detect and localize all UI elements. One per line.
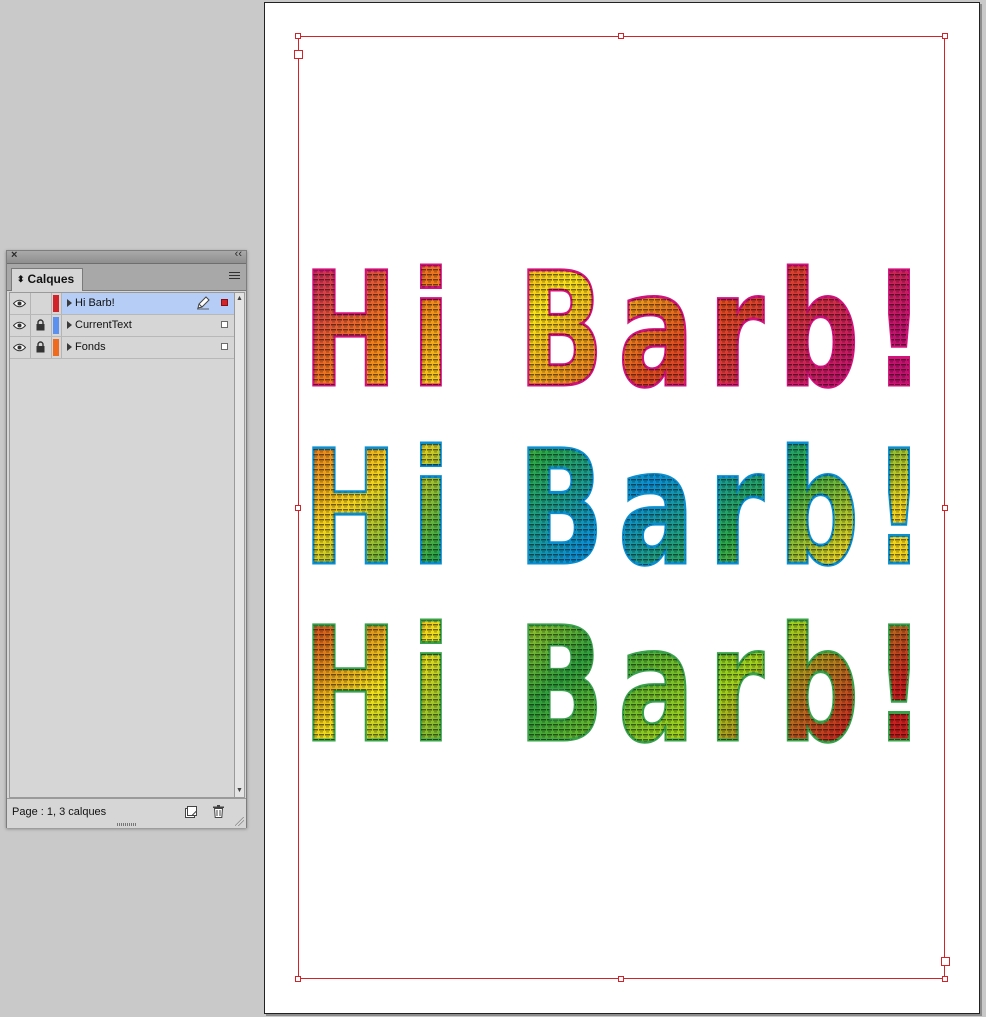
frame-handle[interactable] bbox=[618, 976, 624, 982]
layer-row[interactable]: Hi Barb! bbox=[10, 293, 234, 315]
frame-handle[interactable] bbox=[295, 505, 301, 511]
eye-icon bbox=[13, 321, 26, 330]
frame-handle[interactable] bbox=[942, 33, 948, 39]
visibility-toggle[interactable] bbox=[10, 337, 31, 358]
layer-name: Hi Barb! bbox=[75, 297, 115, 309]
panel-titlebar: × ‹‹ bbox=[7, 248, 246, 264]
lock-toggle[interactable] bbox=[30, 315, 52, 336]
layer-target-square[interactable] bbox=[221, 299, 228, 306]
panel-tabbar: ⬍ Calques bbox=[7, 264, 246, 291]
document-page: Hi Barb! Hi Barb! Hi Barb! Hi Barb! Hi B… bbox=[264, 2, 980, 1014]
frame-handle[interactable] bbox=[295, 33, 301, 39]
frame-corner-handle[interactable] bbox=[941, 957, 950, 966]
visibility-toggle[interactable] bbox=[10, 293, 31, 314]
collapse-icon[interactable]: ‹‹ bbox=[235, 248, 242, 260]
expand-triangle-icon[interactable] bbox=[67, 321, 72, 329]
eye-icon bbox=[13, 343, 26, 352]
expand-triangle-icon[interactable] bbox=[67, 299, 72, 307]
layer-color-swatch bbox=[53, 339, 59, 356]
page-status: Page : 1, 3 calques bbox=[12, 806, 107, 818]
expand-arrows-icon: ⬍ bbox=[17, 274, 25, 284]
layers-panel: × ‹‹ ⬍ Calques Hi Barb! CurrentText Fond… bbox=[6, 248, 247, 828]
resize-grip[interactable] bbox=[235, 817, 244, 826]
frame-corner-handle[interactable] bbox=[294, 50, 303, 59]
panel-grip[interactable] bbox=[117, 823, 137, 826]
layers-list: Hi Barb! CurrentText Fonds bbox=[9, 292, 235, 798]
frame-handle[interactable] bbox=[942, 976, 948, 982]
lock-toggle[interactable] bbox=[30, 337, 52, 358]
lock-icon bbox=[36, 319, 45, 331]
new-layer-icon[interactable] bbox=[185, 806, 197, 818]
layer-name-cell[interactable]: Hi Barb! bbox=[61, 293, 234, 314]
tab-calques[interactable]: ⬍ Calques bbox=[11, 268, 83, 291]
lock-icon bbox=[36, 341, 45, 353]
layer-row[interactable]: Fonds bbox=[10, 337, 234, 359]
layer-target-square[interactable] bbox=[221, 321, 228, 328]
tab-label: Calques bbox=[27, 272, 75, 286]
close-icon[interactable]: × bbox=[11, 249, 17, 261]
eye-icon bbox=[13, 299, 26, 308]
selection-frame[interactable] bbox=[298, 36, 945, 979]
scroll-down-arrow-icon[interactable]: ▼ bbox=[236, 787, 243, 795]
scroll-up-arrow-icon[interactable]: ▲ bbox=[236, 295, 243, 303]
layer-color-swatch bbox=[53, 295, 59, 312]
expand-triangle-icon[interactable] bbox=[67, 343, 72, 351]
trash-icon[interactable] bbox=[213, 805, 224, 818]
layer-name: CurrentText bbox=[75, 319, 132, 331]
layer-color-swatch bbox=[53, 317, 59, 334]
layers-scrollbar[interactable]: ▲ ▼ bbox=[235, 292, 245, 798]
layer-name-cell[interactable]: Fonds bbox=[61, 337, 234, 358]
frame-handle[interactable] bbox=[295, 976, 301, 982]
layer-row[interactable]: CurrentText bbox=[10, 315, 234, 337]
visibility-toggle[interactable] bbox=[10, 315, 31, 336]
layer-name-cell[interactable]: CurrentText bbox=[61, 315, 234, 336]
lock-toggle[interactable] bbox=[30, 293, 52, 314]
panel-footer: Page : 1, 3 calques bbox=[7, 798, 246, 828]
pen-icon bbox=[197, 296, 210, 310]
layer-name: Fonds bbox=[75, 341, 106, 353]
layer-target-square[interactable] bbox=[221, 343, 228, 350]
panel-menu-icon[interactable] bbox=[229, 272, 240, 281]
frame-handle[interactable] bbox=[942, 505, 948, 511]
frame-handle[interactable] bbox=[618, 33, 624, 39]
